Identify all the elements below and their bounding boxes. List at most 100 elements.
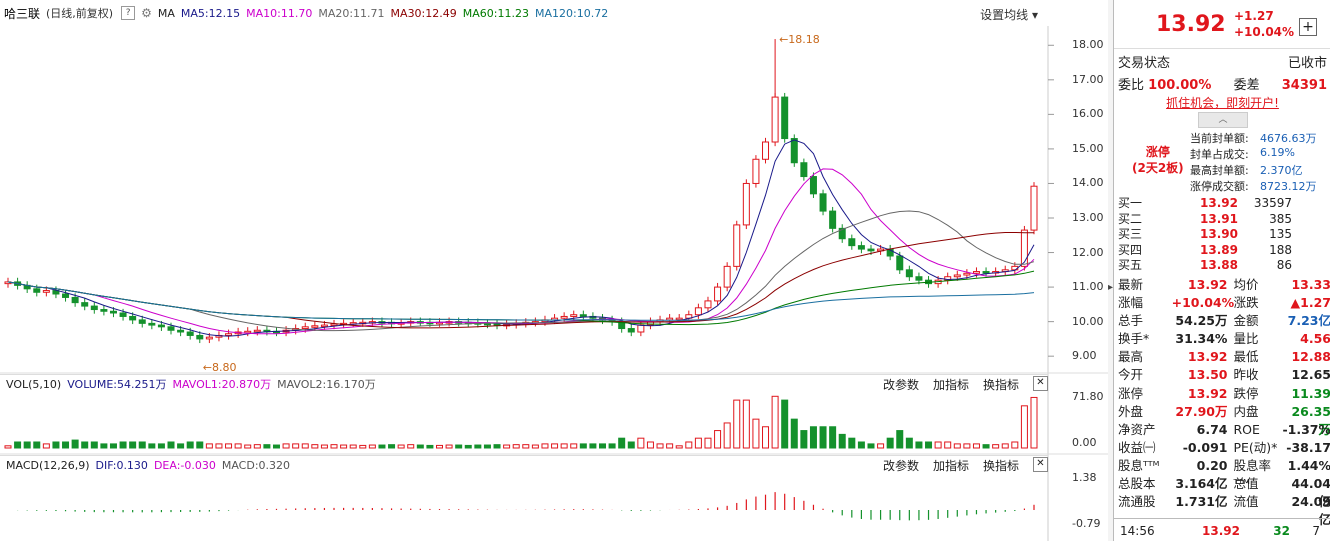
stat-label: 流值 [1233, 494, 1259, 510]
volume-bar [570, 443, 578, 449]
vol-mavol1: MAVOL1:20.870万 [172, 378, 272, 391]
volume-bar [129, 441, 137, 449]
volume-bar [52, 441, 60, 449]
last-price: 13.92 [1156, 12, 1226, 37]
stat-label: 涨停 [1118, 385, 1144, 401]
vol-params-button[interactable]: 改参数 [883, 376, 919, 393]
volume-bar [522, 444, 530, 449]
volume-bar [512, 444, 520, 449]
volume-bar [407, 444, 415, 449]
stat-value: 13.33 [1291, 277, 1330, 292]
candle-body [560, 315, 568, 319]
candle-body [915, 276, 923, 281]
candle-body [771, 96, 779, 143]
stat-value: 1.731亿 [1175, 494, 1228, 510]
candle-body [109, 310, 117, 314]
volume-bar [589, 443, 597, 449]
volume-bar [119, 441, 127, 449]
volume-bar [292, 443, 300, 449]
stat-label: 股息率ᵀᵀᴹ [1233, 457, 1271, 492]
stat-value: +10.04% [1171, 295, 1235, 311]
volume-bar [445, 444, 453, 449]
stat-value: 12.88 [1291, 349, 1330, 365]
stat-value: -38.17 [1286, 439, 1330, 455]
candle-body [905, 269, 913, 278]
macd-dif: DIF:0.130 [95, 458, 148, 472]
collapse-up-icon[interactable]: ︿ [1198, 112, 1248, 128]
vol-close-icon[interactable]: ✕ [1033, 376, 1048, 391]
limit-item: 封单占成交: 6.19% [1190, 146, 1295, 162]
macd-axis-max: 1.38 [1072, 471, 1097, 484]
volume-bar [925, 441, 933, 449]
volume-bar [435, 444, 443, 449]
volume-bar [196, 441, 204, 449]
volume-bar [234, 443, 242, 449]
volume-bar [800, 430, 808, 449]
stat-row: 今开 13.50 昨收 12.65 [1114, 366, 1330, 384]
vol-switch-button[interactable]: 换指标 [983, 376, 1019, 393]
stat-label: 今开 [1118, 367, 1144, 383]
macd-label: MACD(12,26,9) [6, 458, 90, 472]
vol-add-button[interactable]: 加指标 [933, 376, 969, 393]
volume-bar [263, 444, 271, 449]
candle-body [320, 324, 328, 328]
volume-bar [848, 437, 856, 449]
volume-bar [560, 443, 568, 449]
volume-bar [829, 426, 837, 449]
bid-row[interactable]: 买五 13.88 86 [1114, 258, 1330, 274]
bid-level: 买四 [1118, 242, 1143, 257]
bid-row[interactable]: 买二 13.91 385 [1114, 212, 1330, 228]
stat-label: 金额 [1233, 313, 1259, 329]
limit-item-key: 当前封单额: [1190, 132, 1249, 145]
open-account-link[interactable]: 抓住机会，即刻开户! [1114, 94, 1330, 111]
bid-row[interactable]: 买三 13.90 135 [1114, 227, 1330, 243]
stat-label: 最高 [1118, 349, 1144, 365]
volume-bar [819, 426, 827, 449]
candle-body [570, 314, 578, 317]
macd-add-button[interactable]: 加指标 [933, 457, 969, 474]
volume-bar [579, 443, 587, 449]
stat-value: 12.65 [1291, 367, 1330, 383]
volume-bar [225, 443, 233, 449]
stat-label: 换手* [1118, 331, 1150, 347]
price-axis-label: 11.00 [1072, 280, 1104, 294]
bid-row[interactable]: 买四 13.89 188 [1114, 243, 1330, 259]
limit-item: 涨停成交额: 8723.12万 [1190, 178, 1317, 194]
stat-value: 44.04亿 [1291, 476, 1330, 510]
stat-label: 收益㈠ [1118, 439, 1156, 455]
volume-bar [282, 443, 290, 449]
macd-close-icon[interactable]: ✕ [1033, 457, 1048, 472]
volume-bar [157, 443, 165, 449]
candle-body [742, 182, 750, 226]
stat-row: 换手* 31.34% 量比 4.56 [1114, 330, 1330, 348]
volume-bar [714, 430, 722, 449]
stat-value: 6.74 [1196, 421, 1228, 437]
candle-body [119, 312, 127, 317]
macd-axis-min: -0.79 [1072, 517, 1101, 530]
candle-body [81, 302, 89, 307]
macd-switch-button[interactable]: 换指标 [983, 457, 1019, 474]
volume-bar [416, 444, 424, 449]
volume-bar [483, 444, 491, 449]
bid-row[interactable]: 买一 13.92 33597 [1114, 196, 1330, 212]
volume-bar [272, 444, 280, 449]
stat-value: 54.25万 [1175, 313, 1228, 329]
candle-body [1030, 185, 1038, 231]
stat-label: 内盘 [1233, 403, 1259, 419]
add-watchlist-button[interactable]: + [1299, 18, 1317, 36]
volume-panel-header: VOL(5,10) VOLUME:54.251万 MAVOL1:20.870万 … [0, 374, 1048, 393]
candle-body [809, 176, 817, 195]
change-amount: +1.27 [1234, 9, 1274, 23]
volume-bar [972, 443, 980, 449]
volume-bar [397, 444, 405, 449]
volume-bar [771, 395, 779, 449]
volume-bar [368, 444, 376, 449]
candle-body [637, 324, 645, 333]
kline-chart-area[interactable]: 哈三联 (日线,前复权) ? ⚙ MA MA5:12.15 MA10:11.70 M… [0, 0, 1108, 541]
stat-row: 涨停 13.92 跌停 11.39 [1114, 385, 1330, 403]
volume-bar [388, 444, 396, 449]
macd-params-button[interactable]: 改参数 [883, 457, 919, 474]
candle-body [311, 325, 319, 328]
bid-qty: 385 [1269, 211, 1292, 226]
stat-row: 外盘 27.90万 内盘 26.35万 [1114, 403, 1330, 437]
